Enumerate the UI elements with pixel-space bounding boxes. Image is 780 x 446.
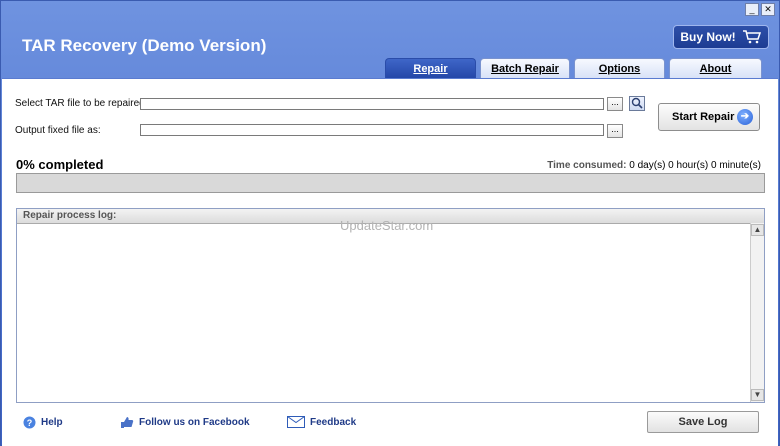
- tab-batch-repair[interactable]: Batch Repair: [480, 58, 570, 78]
- feedback-link[interactable]: Feedback: [287, 416, 356, 428]
- scroll-up-icon[interactable]: ▲: [751, 224, 764, 236]
- tab-options[interactable]: Options: [574, 58, 665, 78]
- start-repair-label: Start Repair: [672, 111, 735, 123]
- select-file-label: Select TAR file to be repaired:: [15, 98, 148, 109]
- feedback-label: Feedback: [310, 416, 357, 428]
- time-consumed-value: 0 day(s) 0 hour(s) 0 minute(s): [629, 160, 761, 171]
- tab-repair[interactable]: Repair: [385, 58, 476, 78]
- help-icon: ?: [23, 416, 36, 429]
- facebook-link[interactable]: Follow us on Facebook: [120, 416, 250, 429]
- repair-panel: Select TAR file to be repaired: ... Outp…: [2, 78, 778, 446]
- shopping-cart-icon: [742, 30, 761, 44]
- browse-output-button[interactable]: ...: [607, 124, 623, 138]
- buy-now-label: Buy Now!: [680, 30, 736, 44]
- svg-text:?: ?: [27, 418, 33, 428]
- minimize-button[interactable]: _: [745, 3, 759, 16]
- mail-icon: [287, 416, 305, 428]
- progress-bar: [16, 173, 765, 193]
- facebook-label: Follow us on Facebook: [139, 417, 250, 428]
- output-file-input[interactable]: [140, 124, 604, 136]
- help-link[interactable]: ? Help: [23, 416, 63, 429]
- close-button[interactable]: ✕: [761, 3, 775, 16]
- watermark-text: UpdateStar.com: [340, 218, 434, 233]
- app-title: TAR Recovery (Demo Version): [22, 36, 267, 55]
- browse-input-button[interactable]: ...: [607, 97, 623, 111]
- log-scrollbar[interactable]: ▲ ▼: [750, 223, 764, 402]
- search-file-button[interactable]: [629, 96, 645, 111]
- time-consumed-label: Time consumed:: [547, 160, 627, 171]
- search-icon: [631, 97, 643, 109]
- buy-now-button[interactable]: Buy Now!: [673, 25, 769, 49]
- help-label: Help: [41, 417, 63, 428]
- save-log-button[interactable]: Save Log: [647, 411, 759, 433]
- progress-percent-text: 0% completed: [16, 157, 104, 172]
- repair-log-box: Repair process log: ▲ ▼: [16, 208, 765, 403]
- select-file-input[interactable]: [140, 98, 604, 110]
- arrow-right-icon: ➔: [737, 109, 753, 125]
- start-repair-button[interactable]: Start Repair ➔: [658, 103, 760, 131]
- scroll-down-icon[interactable]: ▼: [751, 389, 764, 401]
- app-window: _ ✕ TAR Recovery (Demo Version) Buy Now!…: [0, 0, 780, 446]
- time-consumed: Time consumed: 0 day(s) 0 hour(s) 0 minu…: [547, 160, 761, 171]
- output-file-label: Output fixed file as:: [15, 125, 101, 136]
- tab-about[interactable]: About: [669, 58, 762, 78]
- window-controls: _ ✕: [745, 3, 775, 16]
- tab-bar: Repair Batch Repair Options About: [385, 58, 762, 78]
- thumbs-up-icon: [121, 417, 134, 428]
